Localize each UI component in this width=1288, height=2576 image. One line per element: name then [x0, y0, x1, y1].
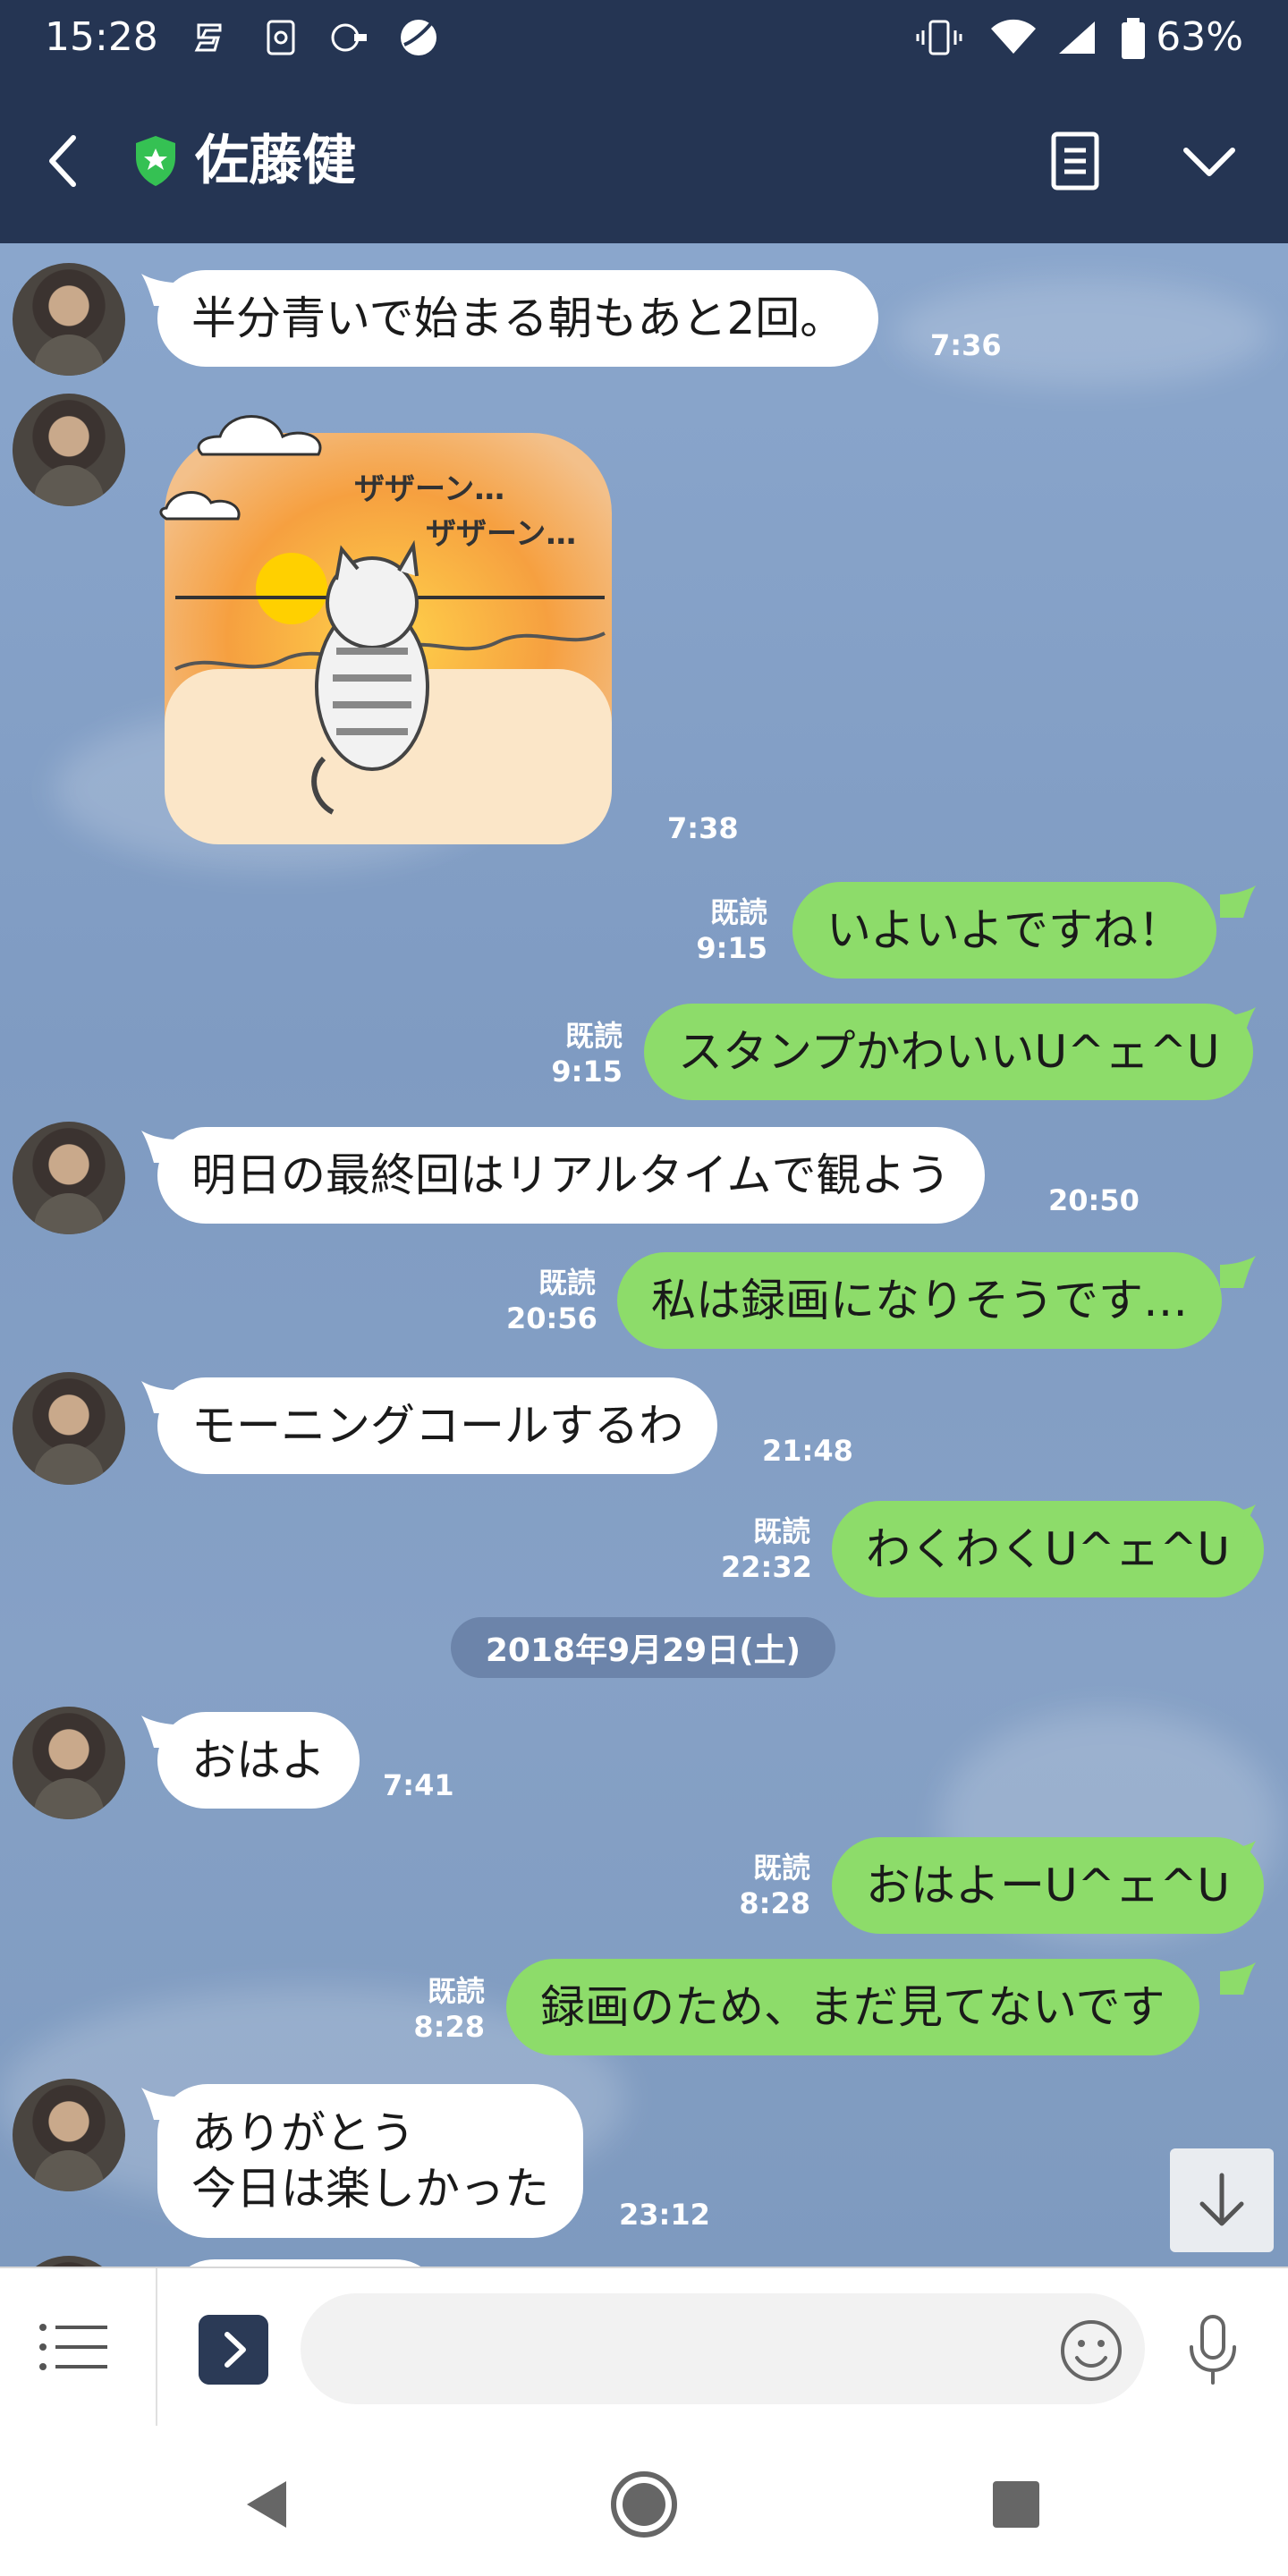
battery-icon	[1122, 18, 1145, 59]
nav-recents-icon[interactable]	[980, 2469, 1052, 2540]
expand-icon[interactable]	[199, 2315, 268, 2385]
chat-area[interactable]: 半分青いで始まる朝もあと2回。 7:36 ザザーン… ザザーン… 7:38 いよ…	[0, 243, 1288, 2267]
outgoing-message[interactable]: わくわくU^ェ^U	[832, 1501, 1264, 1597]
sticker-text: ザザーン…	[354, 471, 504, 507]
vibrate-icon	[916, 20, 962, 55]
incoming-message[interactable]: モーニングコールするわ	[157, 1377, 717, 1474]
bubble-tail	[1220, 1962, 1256, 1995]
contact-avatar[interactable]	[13, 394, 125, 506]
message-input[interactable]	[301, 2293, 1145, 2404]
emoji-icon[interactable]	[1055, 2315, 1127, 2386]
app-notification-icon	[194, 23, 222, 52]
mic-icon[interactable]	[1177, 2311, 1249, 2386]
message-input-bar	[0, 2267, 1288, 2426]
contact-avatar[interactable]	[13, 1372, 125, 1485]
outgoing-message[interactable]: 私は録画になりそうです…	[617, 1252, 1222, 1349]
app-notification-icon	[401, 20, 436, 55]
bubble-tail	[1220, 1007, 1256, 1039]
message-time: 9:15	[551, 1055, 623, 1089]
message-time: 23:12	[619, 2198, 710, 2232]
contact-avatar[interactable]	[13, 263, 125, 376]
incoming-message[interactable]: 半分青いで始まる朝もあと2回。	[157, 270, 879, 367]
nav-home-icon[interactable]	[608, 2469, 680, 2540]
date-separator: 2018年9月29日(土)	[451, 1617, 835, 1678]
shield-icon	[136, 136, 175, 186]
status-bar: 15:28 63%	[0, 0, 1288, 75]
app-notification-icon	[267, 20, 295, 55]
chevron-down-icon[interactable]	[1174, 129, 1245, 193]
outgoing-message[interactable]: おはよーU^ェ^U	[832, 1837, 1264, 1934]
nav-back-icon[interactable]	[233, 2469, 304, 2540]
menu-icon[interactable]	[36, 2318, 111, 2376]
chat-header: 佐藤健	[0, 75, 1288, 243]
message-time: 7:38	[667, 811, 739, 845]
contact-name: 佐藤健	[195, 130, 356, 192]
signal-icon	[1059, 21, 1095, 54]
system-nav-bar	[0, 2426, 1288, 2576]
battery-percentage: 63%	[1156, 14, 1243, 60]
contact-avatar[interactable]	[13, 2079, 125, 2191]
back-icon[interactable]	[36, 127, 89, 195]
message-time: 20:50	[1048, 1183, 1140, 1217]
divider	[156, 2268, 157, 2426]
read-receipt: 既読	[538, 1266, 596, 1300]
contact-avatar[interactable]	[13, 2256, 125, 2267]
read-receipt: 既読	[427, 1974, 485, 2008]
outgoing-message[interactable]: いよいよですね！	[792, 882, 1216, 979]
read-receipt: 既読	[752, 1851, 810, 1885]
outgoing-message[interactable]: 録画のため、まだ見てないです	[506, 1959, 1199, 2055]
outgoing-message[interactable]: スタンプかわいいU^ェ^U	[644, 1004, 1254, 1100]
notes-icon[interactable]	[1043, 129, 1107, 193]
message-time: 8:28	[739, 1886, 810, 1920]
incoming-message[interactable]: 明日の最終回はリアルタイムで観よう	[157, 1127, 985, 1224]
message-time: 7:36	[930, 328, 1002, 362]
message-time: 9:15	[696, 931, 767, 965]
message-time: 20:56	[506, 1301, 597, 1335]
sticker-text: ザザーン…	[426, 516, 576, 552]
sticker-image[interactable]: ザザーン… ザザーン…	[157, 401, 630, 852]
bubble-tail	[1220, 886, 1256, 918]
read-receipt: 既読	[709, 895, 767, 929]
bubble-tail	[1220, 1256, 1256, 1288]
message-time: 8:28	[413, 2010, 485, 2044]
read-receipt: 既読	[564, 1019, 623, 1053]
read-receipt: 既読	[752, 1514, 810, 1548]
message-time: 7:41	[383, 1768, 454, 1802]
bubble-tail	[1220, 1841, 1256, 1873]
message-time: 21:48	[762, 1434, 853, 1468]
app-notification-icon	[331, 23, 367, 52]
wifi-icon	[991, 19, 1036, 54]
arrow-down-icon[interactable]	[1170, 2148, 1274, 2252]
status-time: 15:28	[45, 14, 158, 60]
incoming-message[interactable]: ありがとう 今日は楽しかった	[157, 2084, 583, 2238]
incoming-message[interactable]: おはよ	[157, 1712, 360, 1809]
message-time: 22:32	[721, 1550, 812, 1584]
contact-avatar[interactable]	[13, 1707, 125, 1819]
contact-avatar[interactable]	[13, 1122, 125, 1234]
bubble-tail	[1220, 1504, 1256, 1537]
incoming-message-partial[interactable]	[166, 2259, 444, 2267]
